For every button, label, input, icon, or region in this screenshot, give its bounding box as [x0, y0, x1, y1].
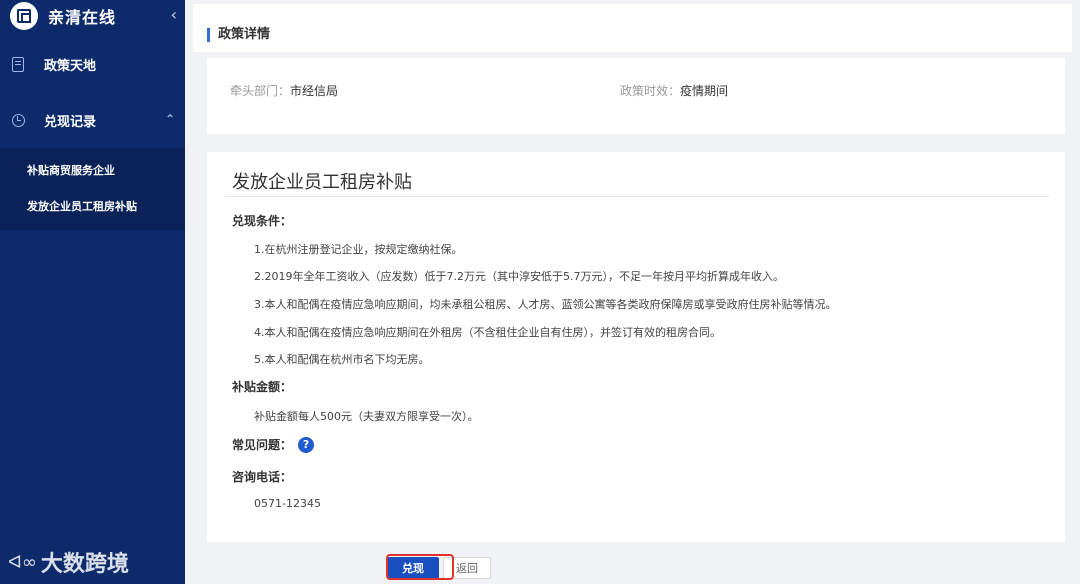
sidebar: 亲清在线 ‹ 政策天地 兑现记录 ⌃ 补贴商贸服务企业 发放企业员工租房补贴 ᐊ…: [0, 0, 185, 584]
header-card: [193, 4, 1072, 52]
sub-item-rent-subsidy[interactable]: 发放企业员工租房补贴: [0, 188, 185, 224]
phone-label: 咨询电话：: [232, 470, 293, 484]
policy-title: 发放企业员工租房补贴: [232, 172, 412, 193]
amount-text: 补贴金额每人500元（夫妻双方限享受一次）。: [254, 410, 479, 423]
phone-value: 0571-12345: [254, 497, 321, 510]
redeem-button[interactable]: 兑现: [387, 557, 439, 579]
conditions-label: 兑现条件：: [232, 214, 293, 228]
collapse-chevron-left-icon[interactable]: ‹: [171, 5, 177, 24]
lead-department-value: 市经信局: [290, 84, 339, 98]
watermark-text: 大数跨境: [40, 552, 129, 577]
brand: 亲清在线 ‹: [0, 0, 185, 32]
main-content: 政策详情 牵头部门：市经信局 政策时效：疫情期间 发放企业员工租房补贴 兑现条件…: [185, 0, 1080, 584]
faq-block: 常见问题：?: [232, 434, 315, 453]
brand-title: 亲清在线: [48, 8, 117, 27]
amount-text-row: 补贴金额每人500元（夫妻双方限享受一次）。: [232, 408, 479, 424]
chevron-up-icon: ⌃: [164, 112, 175, 126]
nav-item-label: 兑现记录: [44, 114, 97, 130]
condition-item: 3.本人和配偶在疫情应急响应期间，均未承租公租房、人才房、蓝领公寓等各类政府保障…: [254, 298, 837, 311]
condition-item: 2.2019年全年工资收入（应发数）低于7.2万元（其中淳安低于5.7万元），不…: [254, 270, 784, 283]
policy-period-label: 政策时效：: [620, 84, 681, 98]
nav-item-policy-world[interactable]: 政策天地: [0, 36, 185, 92]
policy-content-card: 发放企业员工租房补贴 兑现条件： 1.在杭州注册登记企业，按规定缴纳社保。 2.…: [207, 152, 1065, 542]
condition-item: 4.本人和配偶在疫情应急响应期间在外租房（不含租住企业自有住房），并签订有效的租…: [254, 326, 721, 339]
amount-label: 补贴金额：: [232, 380, 293, 394]
section-title: 政策详情: [207, 28, 270, 42]
condition-item: 5.本人和配偶在杭州市名下均无房。: [254, 353, 430, 366]
brand-logo-icon: [10, 2, 38, 30]
divider: [225, 196, 1049, 197]
nav-item-label: 政策天地: [44, 58, 97, 74]
clock-icon: [10, 111, 26, 129]
lead-department-label: 牵头部门：: [230, 84, 291, 98]
phone-block: 咨询电话：: [232, 468, 292, 485]
phone-value-row: 0571-12345: [232, 497, 321, 510]
action-bar: 兑现 返回: [387, 556, 491, 580]
sub-item-commerce-subsidy[interactable]: 补贴商贸服务企业: [0, 152, 185, 188]
conditions-block: 兑现条件：: [232, 212, 292, 229]
policy-period-value: 疫情期间: [680, 84, 729, 98]
help-question-icon[interactable]: ?: [298, 436, 315, 453]
watermark-logo-icon: ᐊ∞: [8, 551, 37, 573]
document-icon: [10, 55, 26, 73]
back-button[interactable]: 返回: [443, 557, 491, 579]
policy-period: 政策时效：疫情期间: [620, 82, 728, 99]
lead-department: 牵头部门：市经信局: [230, 82, 338, 99]
watermark: ᐊ∞ 大数跨境: [8, 546, 129, 578]
amount-block: 补贴金额：: [232, 378, 292, 395]
faq-label: 常见问题：: [232, 438, 293, 452]
nav-item-redeem-records[interactable]: 兑现记录 ⌃: [0, 92, 185, 148]
sub-nav-list: 补贴商贸服务企业 发放企业员工租房补贴: [0, 148, 185, 230]
condition-item: 1.在杭州注册登记企业，按规定缴纳社保。: [254, 243, 463, 256]
policy-meta-card: 牵头部门：市经信局 政策时效：疫情期间: [207, 58, 1065, 134]
